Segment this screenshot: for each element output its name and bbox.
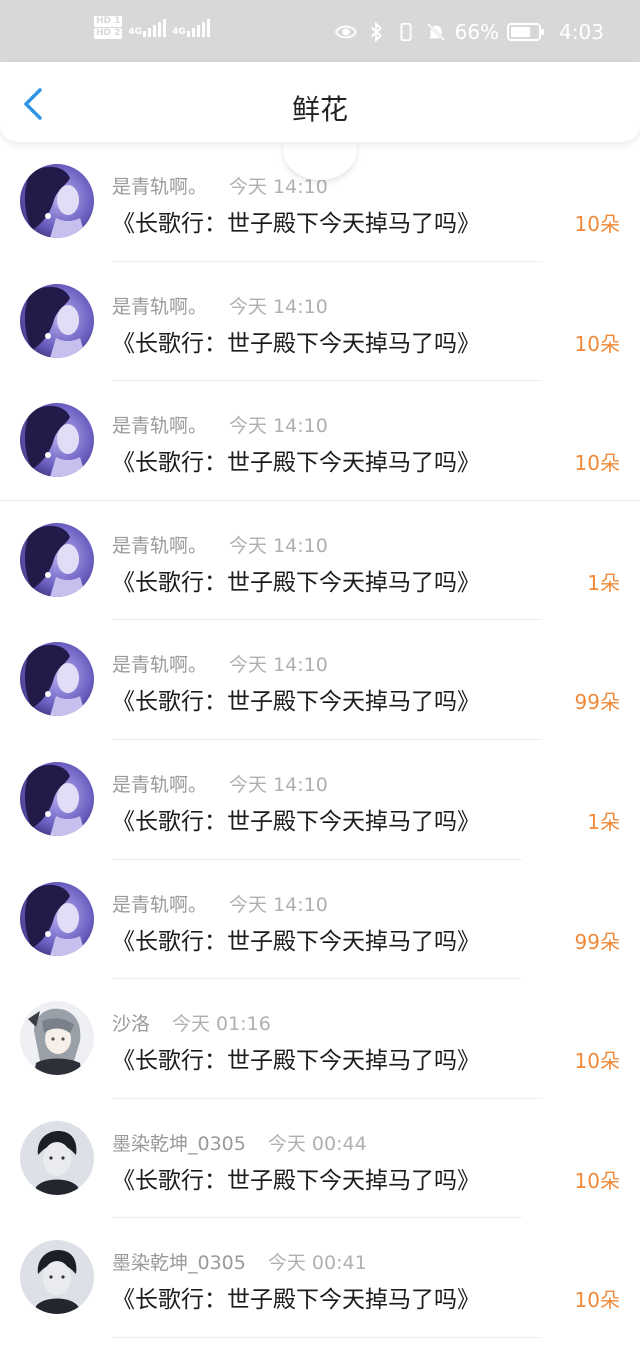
avatar[interactable] bbox=[20, 1001, 94, 1076]
username: 是青轨啊。 bbox=[112, 295, 208, 318]
signal-bars-icon bbox=[186, 18, 210, 37]
flower-count: 10朵 bbox=[574, 212, 620, 236]
network-type-2: 4G bbox=[172, 26, 186, 37]
user-line: 沙洛 今天 01:16 bbox=[112, 1009, 271, 1036]
user-line: 是青轨啊。 今天 14:10 bbox=[112, 650, 328, 677]
timestamp: 今天 14:10 bbox=[229, 893, 328, 916]
page-title: 鲜花 bbox=[291, 93, 348, 126]
avatar[interactable] bbox=[20, 403, 94, 478]
battery-icon bbox=[507, 23, 545, 41]
signal-2: 4G bbox=[172, 18, 210, 37]
avatar[interactable] bbox=[20, 642, 94, 717]
username: 是青轨啊。 bbox=[112, 654, 208, 677]
flower-count: 10朵 bbox=[574, 1168, 620, 1193]
avatar[interactable] bbox=[20, 522, 94, 597]
avatar[interactable] bbox=[20, 881, 94, 956]
vibrate-icon bbox=[400, 22, 412, 42]
status-bar: HD 1 HD 2 4G 4G 66% 4:03 bbox=[0, 0, 640, 62]
book-title: 《长歌行：世子殿下今天掉马了吗》 bbox=[112, 808, 480, 835]
header: 鲜花 bbox=[0, 62, 640, 142]
flower-count: 1朵 bbox=[587, 809, 620, 834]
timestamp: 今天 14:10 bbox=[229, 415, 328, 438]
book-title: 《长歌行：世子殿下今天掉马了吗》 bbox=[112, 330, 480, 357]
timestamp: 今天 01:16 bbox=[172, 1013, 271, 1036]
timestamp: 今天 00:41 bbox=[267, 1252, 367, 1275]
list-item[interactable]: 墨染乾坤_0305 今天 00:44 《长歌行：世子殿下今天掉马了吗》 10朵 bbox=[0, 1099, 640, 1219]
signal-group: HD 1 HD 2 4G 4G bbox=[94, 16, 210, 39]
book-title: 《长歌行：世子殿下今天掉马了吗》 bbox=[112, 928, 480, 955]
signal-1: 4G bbox=[128, 18, 167, 37]
avatar[interactable] bbox=[20, 283, 94, 358]
avatar[interactable] bbox=[20, 761, 94, 836]
status-icons: 66% 4:03 bbox=[334, 20, 604, 44]
flower-count: 1朵 bbox=[587, 570, 620, 595]
eye-icon bbox=[334, 25, 357, 39]
flower-count: 99朵 bbox=[574, 929, 620, 954]
timestamp: 今天 14:10 bbox=[229, 773, 328, 796]
timestamp: 今天 14:10 bbox=[229, 654, 328, 677]
flower-count: 10朵 bbox=[574, 1049, 620, 1074]
hd-badges: HD 1 HD 2 bbox=[94, 16, 123, 39]
book-title: 《长歌行：世子殿下今天掉马了吗》 bbox=[112, 689, 480, 716]
user-line: 墨染乾坤_0305 今天 00:41 bbox=[112, 1248, 367, 1275]
avatar[interactable] bbox=[20, 1240, 94, 1315]
flower-count: 10朵 bbox=[574, 451, 620, 476]
list-item[interactable]: 墨染乾坤_0305 今天 00:41 《长歌行：世子殿下今天掉马了吗》 10朵 bbox=[0, 1218, 640, 1338]
list-item[interactable]: 是青轨啊。 今天 14:10 《长歌行：世子殿下今天掉马了吗》 99朵 bbox=[0, 860, 640, 980]
username: 是青轨啊。 bbox=[112, 415, 208, 438]
network-type-1: 4G bbox=[128, 26, 143, 37]
user-line: 墨染乾坤_0305 今天 00:44 bbox=[112, 1129, 367, 1156]
username: 是青轨啊。 bbox=[112, 893, 208, 916]
mute-bell-icon bbox=[426, 22, 445, 42]
list-item[interactable]: 是青轨啊。 今天 14:10 《长歌行：世子殿下今天掉马了吗》 99朵 bbox=[0, 620, 640, 740]
book-title: 《长歌行：世子殿下今天掉马了吗》 bbox=[112, 569, 480, 596]
list-item[interactable]: 是青轨啊。 今天 14:10 《长歌行：世子殿下今天掉马了吗》 1朵 bbox=[0, 501, 640, 621]
user-line: 是青轨啊。 今天 14:10 bbox=[112, 531, 328, 558]
signal-bars-icon bbox=[143, 18, 167, 37]
hd2-badge: HD 2 bbox=[94, 28, 123, 39]
username: 是青轨啊。 bbox=[112, 176, 208, 198]
timestamp: 今天 00:44 bbox=[267, 1132, 367, 1155]
user-line: 是青轨啊。 今天 14:10 bbox=[112, 172, 328, 199]
timestamp: 今天 14:10 bbox=[229, 534, 328, 557]
clock: 4:03 bbox=[559, 20, 604, 44]
hd1-badge: HD 1 bbox=[94, 16, 123, 27]
user-line: 是青轨啊。 今天 14:10 bbox=[112, 890, 328, 917]
user-line: 是青轨啊。 今天 14:10 bbox=[112, 292, 328, 319]
flower-count: 99朵 bbox=[574, 690, 620, 715]
username: 墨染乾坤_0305 bbox=[112, 1252, 246, 1275]
list-item[interactable]: 沙洛 今天 01:16 《长歌行：世子殿下今天掉马了吗》 10朵 bbox=[0, 979, 640, 1099]
divider bbox=[112, 1336, 542, 1338]
username: 是青轨啊。 bbox=[112, 534, 208, 557]
list-item[interactable]: 是青轨啊。 今天 14:10 《长歌行：世子殿下今天掉马了吗》 10朵 bbox=[0, 381, 640, 501]
user-line: 是青轨啊。 今天 14:10 bbox=[112, 770, 328, 797]
book-title: 《长歌行：世子殿下今天掉马了吗》 bbox=[112, 1287, 480, 1314]
avatar[interactable] bbox=[20, 164, 94, 238]
flower-list: 是青轨啊。 今天 14:10 《长歌行：世子殿下今天掉马了吗》 10朵 是青轨啊。… bbox=[0, 142, 640, 1338]
username: 沙洛 bbox=[112, 1013, 151, 1036]
timestamp: 今天 14:10 bbox=[229, 295, 328, 318]
book-title: 《长歌行：世子殿下今天掉马了吗》 bbox=[112, 1167, 480, 1194]
username: 墨染乾坤_0305 bbox=[112, 1132, 246, 1155]
book-title: 《长歌行：世子殿下今天掉马了吗》 bbox=[112, 211, 480, 237]
list-item[interactable]: 是青轨啊。 今天 14:10 《长歌行：世子殿下今天掉马了吗》 1朵 bbox=[0, 740, 640, 860]
avatar[interactable] bbox=[20, 1120, 94, 1195]
username: 是青轨啊。 bbox=[112, 773, 208, 796]
bluetooth-icon bbox=[370, 21, 382, 43]
list-item[interactable]: 是青轨啊。 今天 14:10 《长歌行：世子殿下今天掉马了吗》 10朵 bbox=[0, 262, 640, 382]
book-title: 《长歌行：世子殿下今天掉马了吗》 bbox=[112, 450, 480, 477]
battery-percent: 66% bbox=[454, 20, 500, 44]
flower-count: 10朵 bbox=[574, 1288, 620, 1313]
flower-count: 10朵 bbox=[574, 331, 620, 356]
book-title: 《长歌行：世子殿下今天掉马了吗》 bbox=[112, 1048, 480, 1075]
user-line: 是青轨啊。 今天 14:10 bbox=[112, 411, 328, 438]
